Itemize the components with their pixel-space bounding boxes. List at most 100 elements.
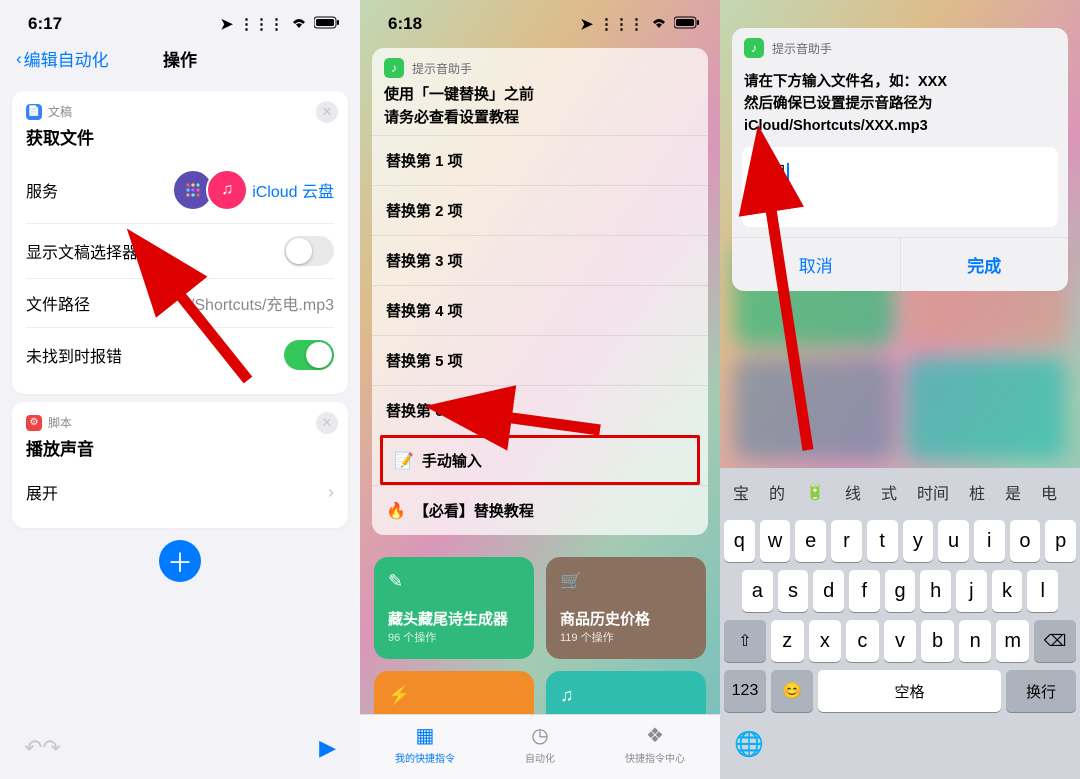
key-space[interactable]: 空格: [818, 670, 1001, 712]
status-bar: 6:18 ➤ ⋮⋮⋮: [360, 0, 720, 40]
close-icon[interactable]: ✕: [316, 101, 338, 123]
suggestion[interactable]: 桩: [960, 476, 994, 508]
key-q[interactable]: q: [724, 520, 755, 562]
toggle-error[interactable]: [284, 340, 334, 370]
card-tag: 脚本: [48, 414, 72, 431]
key-g[interactable]: g: [885, 570, 916, 612]
shortcut-tile[interactable]: 🛒 商品历史价格119 个操作: [546, 557, 706, 659]
key-m[interactable]: m: [996, 620, 1029, 662]
shortcut-tile[interactable]: ✎ 藏头藏尾诗生成器96 个操作: [374, 557, 534, 659]
suggestion[interactable]: 的: [760, 476, 794, 508]
battery-icon: [314, 16, 340, 33]
globe-icon[interactable]: 🌐: [734, 730, 764, 759]
pencil-icon: 📝: [394, 451, 414, 471]
suggestion[interactable]: 是: [996, 476, 1030, 508]
key-v[interactable]: v: [884, 620, 917, 662]
shift-icon: ⇧: [738, 631, 751, 651]
menu-item-replace-2[interactable]: 替换第 2 项: [372, 185, 708, 235]
brush-icon: ✎: [388, 571, 520, 592]
location-icon: ➤: [220, 15, 233, 33]
key-e[interactable]: e: [795, 520, 826, 562]
key-y[interactable]: y: [903, 520, 934, 562]
suggestion[interactable]: 电: [1032, 476, 1066, 508]
key-l[interactable]: l: [1027, 570, 1058, 612]
key-f[interactable]: f: [849, 570, 880, 612]
play-icon[interactable]: ▶: [319, 735, 336, 761]
key-r[interactable]: r: [831, 520, 862, 562]
key-a[interactable]: a: [742, 570, 773, 612]
backspace-icon: ⌫: [1044, 631, 1067, 651]
tab-my-shortcuts[interactable]: ▦我的快捷指令: [395, 723, 455, 765]
sheet-app-name: 提示音助手: [412, 60, 472, 77]
close-icon[interactable]: ✕: [316, 412, 338, 434]
key-d[interactable]: d: [813, 570, 844, 612]
sheet-app-name: 提示音助手: [772, 40, 832, 57]
key-z[interactable]: z: [771, 620, 804, 662]
music-icon: ♫: [206, 169, 248, 211]
status-icons: ➤ ⋮⋮⋮: [580, 15, 700, 33]
row-service[interactable]: 服务 ♫ iCloud 云盘: [26, 157, 334, 223]
clock-icon: ◷: [525, 723, 555, 748]
annotation-arrow: [148, 260, 268, 395]
key-x[interactable]: x: [809, 620, 842, 662]
row-label: 显示文稿选择器: [26, 239, 138, 263]
key-w[interactable]: w: [760, 520, 791, 562]
key-u[interactable]: u: [938, 520, 969, 562]
suggestion[interactable]: 宝: [724, 476, 758, 508]
undo-icon[interactable]: ↶: [24, 735, 42, 761]
row-expand[interactable]: 展开 ›: [26, 468, 334, 516]
key-s[interactable]: s: [778, 570, 809, 612]
tab-gallery[interactable]: ❖快捷指令中心: [625, 723, 685, 765]
screen-shortcut-menu: 6:18 ➤ ⋮⋮⋮ ♪ 提示音助手 使用「一键替换」之前 请务必查看设置教程 …: [360, 0, 720, 779]
keyboard: 宝 的 🔋 线 式 时间 桩 是 电 q w e r t y u i o p: [720, 468, 1080, 779]
key-k[interactable]: k: [992, 570, 1023, 612]
redo-icon[interactable]: ↷: [42, 735, 60, 761]
script-icon: ⚙: [26, 415, 42, 431]
dialog-instructions: 请在下方输入文件名，如：XXX 然后确保已设置提示音路径为 iCloud/Sho…: [732, 64, 1068, 147]
toggle-show-picker[interactable]: [284, 236, 334, 266]
key-j[interactable]: j: [956, 570, 987, 612]
card-title: 获取文件: [26, 124, 334, 149]
stack-icon: ❖: [625, 723, 685, 748]
key-123[interactable]: 123: [724, 670, 766, 712]
plus-icon: ＋: [167, 543, 193, 580]
key-b[interactable]: b: [921, 620, 954, 662]
cart-icon: 🛒: [560, 571, 692, 592]
add-action-button[interactable]: ＋: [159, 540, 201, 582]
menu-item-tutorial[interactable]: 🔥 【必看】替换教程: [372, 485, 708, 535]
row-label: 文件路径: [26, 291, 90, 315]
location-icon: ➤: [580, 15, 593, 33]
key-o[interactable]: o: [1010, 520, 1041, 562]
fire-icon: 🔥: [386, 501, 406, 521]
music-note-icon: ♪: [744, 38, 764, 58]
menu-item-replace-5[interactable]: 替换第 5 项: [372, 335, 708, 385]
card-tag: 文稿: [48, 103, 72, 120]
key-n[interactable]: n: [959, 620, 992, 662]
key-emoji[interactable]: 😊: [771, 670, 813, 712]
key-t[interactable]: t: [867, 520, 898, 562]
service-value: iCloud 云盘: [252, 178, 334, 202]
suggestion[interactable]: 🔋: [796, 478, 834, 506]
key-delete[interactable]: ⌫: [1034, 620, 1076, 662]
key-h[interactable]: h: [920, 570, 951, 612]
keyboard-row-1: q w e r t y u i o p: [724, 520, 1076, 562]
key-c[interactable]: c: [846, 620, 879, 662]
keyboard-row-4: 123 😊 空格 换行: [724, 670, 1076, 712]
menu-item-replace-1[interactable]: 替换第 1 项: [372, 135, 708, 185]
menu-item-replace-3[interactable]: 替换第 3 项: [372, 235, 708, 285]
suggestion[interactable]: 时间: [908, 476, 958, 508]
key-shift[interactable]: ⇧: [724, 620, 766, 662]
menu-item-replace-4[interactable]: 替换第 4 项: [372, 285, 708, 335]
key-p[interactable]: p: [1045, 520, 1076, 562]
tab-automation[interactable]: ◷自动化: [525, 723, 555, 765]
suggestion[interactable]: 式: [872, 476, 906, 508]
key-return[interactable]: 换行: [1006, 670, 1076, 712]
music-note-icon: ♪: [384, 58, 404, 78]
done-button[interactable]: 完成: [900, 238, 1069, 291]
action-card-play-sound: ⚙ 脚本 ✕ 播放声音 展开 ›: [12, 402, 348, 528]
status-icons: ➤ ⋮⋮⋮: [220, 15, 340, 33]
card-title: 播放声音: [26, 435, 334, 460]
key-i[interactable]: i: [974, 520, 1005, 562]
grid-icon: ▦: [395, 723, 455, 748]
suggestion[interactable]: 线: [836, 476, 870, 508]
